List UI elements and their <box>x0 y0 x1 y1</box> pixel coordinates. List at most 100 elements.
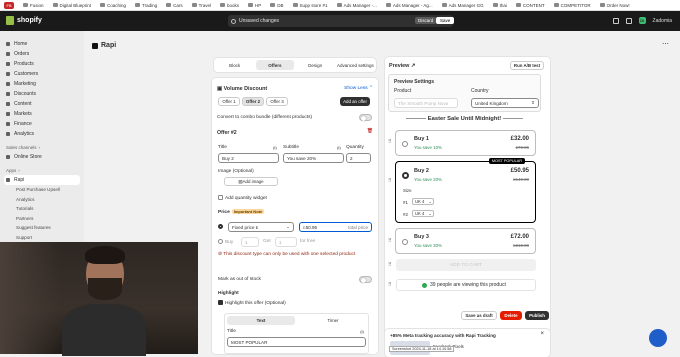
quantity-input[interactable]: 2 <box>346 153 371 163</box>
nav-customers[interactable]: Customers <box>6 69 80 79</box>
bookmark-cars[interactable]: Cars <box>166 3 183 8</box>
publish-button[interactable]: Publish <box>525 311 549 320</box>
nav-suggest-features[interactable]: Suggest features <box>6 223 80 233</box>
nav-content[interactable]: Content <box>6 99 80 109</box>
bell-icon[interactable] <box>625 17 632 24</box>
important-note-badge[interactable]: Important Note <box>231 209 265 214</box>
bookmark-books[interactable]: books <box>220 3 239 8</box>
highlight-title-input[interactable]: MOST POPULAR <box>227 337 366 347</box>
more-actions-icon[interactable]: ⋯ <box>662 40 672 48</box>
translate-icon[interactable]: (t) <box>337 145 341 150</box>
bundle-radio[interactable] <box>402 239 408 245</box>
drag-handle-icon[interactable]: ⠿ <box>388 282 393 288</box>
tab-advanced-settings[interactable]: Advanced settings <box>337 60 374 70</box>
nav-partners[interactable]: Partners <box>6 214 80 224</box>
offer-1-button[interactable]: Offer 1 <box>218 97 240 106</box>
bookmark-fusion[interactable]: Fusion <box>23 3 44 8</box>
add-image-button[interactable]: ▨ Add image <box>224 177 278 186</box>
bundle-option-3[interactable]: Buy 3 You save 30% £72.00 £210.00 <box>395 228 536 254</box>
bogo-radio-dot[interactable] <box>218 239 223 244</box>
nav-marketing[interactable]: Marketing <box>6 79 80 89</box>
nav-finance[interactable]: Finance <box>6 119 80 129</box>
show-less-link[interactable]: Show Less ⌃ <box>217 86 373 91</box>
apps-heading[interactable]: Apps › <box>6 166 80 175</box>
bogo-get-input[interactable]: 1 <box>275 237 297 247</box>
offer-2-button[interactable]: Offer 2 <box>242 97 264 106</box>
add-to-cart-preview-button[interactable]: ADD TO CART <box>396 259 536 271</box>
price-radio[interactable] <box>218 224 225 230</box>
title-input[interactable]: Buy 2 <box>218 153 279 163</box>
bookmark-ads-manager-gg[interactable]: Ads Manager GG <box>441 3 484 8</box>
sales-channels-heading[interactable]: Sales channels › <box>6 143 80 152</box>
nav-discounts[interactable]: Discounts <box>6 89 80 99</box>
drag-handle-icon[interactable]: ⠿ <box>388 139 393 145</box>
save-button[interactable]: Save <box>436 17 455 24</box>
nav-products[interactable]: Products <box>6 59 80 69</box>
highlight-checkbox[interactable] <box>218 300 223 305</box>
nav-app-rapi[interactable]: Rapi <box>4 175 80 185</box>
highlight-option[interactable]: Highlight this offer (Optional) <box>218 300 286 306</box>
tab-design[interactable]: Design <box>297 60 334 70</box>
translate-icon[interactable]: (t) <box>360 329 364 334</box>
chat-icon[interactable] <box>649 329 667 347</box>
variant-select[interactable]: UK 4 ⌄ <box>412 198 434 205</box>
tab-block[interactable]: Block <box>216 60 253 70</box>
bogo-radio[interactable]: Buy <box>218 239 233 245</box>
shopify-logo[interactable]: shopify <box>6 16 42 25</box>
bookmark-trading[interactable]: Trading <box>135 3 157 8</box>
bookmark-digital-blueprint[interactable]: Digital Blueprint <box>52 3 91 8</box>
qty-widget-option[interactable]: Add quantity widget <box>218 195 267 201</box>
bundle-radio[interactable] <box>402 141 408 147</box>
country-select[interactable]: United Kingdom ⇕ <box>471 98 539 108</box>
bundle-option-2[interactable]: MOST POPULAR Buy 2 You save 20% £50.95 £… <box>395 158 536 223</box>
nav-orders[interactable]: Orders <box>6 49 80 59</box>
nav-home[interactable]: Home <box>6 39 80 49</box>
price-type-select[interactable]: Fixed price £ ⌄ <box>228 222 294 232</box>
bookmark-travel[interactable]: Travel <box>191 3 211 8</box>
drag-handle-icon[interactable]: ⠿ <box>388 238 393 244</box>
delete-button[interactable]: Delete <box>500 311 522 320</box>
save-as-draft-button[interactable]: Save as draft <box>461 311 497 320</box>
nav-online-store[interactable]: Online Store <box>6 152 80 162</box>
discard-button[interactable]: Discard <box>415 17 437 24</box>
nav-support[interactable]: Support <box>6 233 80 243</box>
price-input[interactable]: £ 50.95 total price <box>299 222 372 232</box>
bookmark-competitor[interactable]: COMPETITOR <box>553 3 591 8</box>
drag-handle-icon[interactable]: ⠿ <box>388 262 393 268</box>
qty-widget-checkbox[interactable] <box>218 195 223 200</box>
bundle-radio[interactable] <box>402 172 409 179</box>
bookmark-db[interactable]: DB <box>270 3 284 8</box>
subtitle-input[interactable]: You save 20% <box>283 153 344 163</box>
bookmark-thai[interactable]: thai <box>492 3 507 8</box>
bogo-buy-input[interactable]: 1 <box>241 237 259 247</box>
add-offer-button[interactable]: Add an offer <box>340 97 370 106</box>
nav-app-analytics[interactable]: Analytics <box>6 195 80 205</box>
store-icon[interactable] <box>612 17 619 24</box>
nav-analytics[interactable]: Analytics <box>6 129 80 139</box>
product-select[interactable]: The Smooth Pump Nova <box>394 98 458 108</box>
bookmark-coaching[interactable]: Coaching <box>100 3 126 8</box>
convert-combo-toggle[interactable] <box>359 114 372 121</box>
price-radio-dot[interactable] <box>218 224 223 229</box>
highlight-tab-text[interactable]: Text <box>227 316 295 325</box>
nav-post-purchase-upsell[interactable]: Post Purchase Upsell <box>6 185 80 195</box>
user-name[interactable]: Zadomia <box>653 18 672 24</box>
nav-tutorials[interactable]: Tutorials <box>6 204 80 214</box>
highlight-tab-timer[interactable]: Timer <box>299 316 367 325</box>
bookmark-supp-store[interactable]: Supp store #1 <box>292 3 328 8</box>
bookmark-ads-manager-1[interactable]: Ads Manager -... <box>336 3 377 8</box>
bookmark-order-now[interactable]: Order Now! <box>599 3 630 8</box>
delete-offer-icon[interactable]: 🗑 <box>217 129 373 134</box>
sold-out-toggle[interactable] <box>359 276 372 283</box>
profile-badge[interactable]: FB <box>4 1 14 9</box>
nav-markets[interactable]: Markets <box>6 109 80 119</box>
external-link-icon[interactable]: ↗ <box>411 63 416 69</box>
avatar[interactable]: ZA <box>638 17 646 24</box>
offer-3-button[interactable]: Offer 3 <box>266 97 288 106</box>
close-icon[interactable]: × <box>540 331 544 337</box>
bookmark-content[interactable]: CONTENT <box>515 3 545 8</box>
bookmark-ads-manager-2[interactable]: Ads Manager - Ag... <box>385 3 433 8</box>
translate-icon[interactable]: (t) <box>273 145 277 150</box>
tab-offers[interactable]: Offers <box>256 60 294 70</box>
bundle-option-1[interactable]: Buy 1 You save 10% £32.00 £70.95 <box>395 130 536 156</box>
